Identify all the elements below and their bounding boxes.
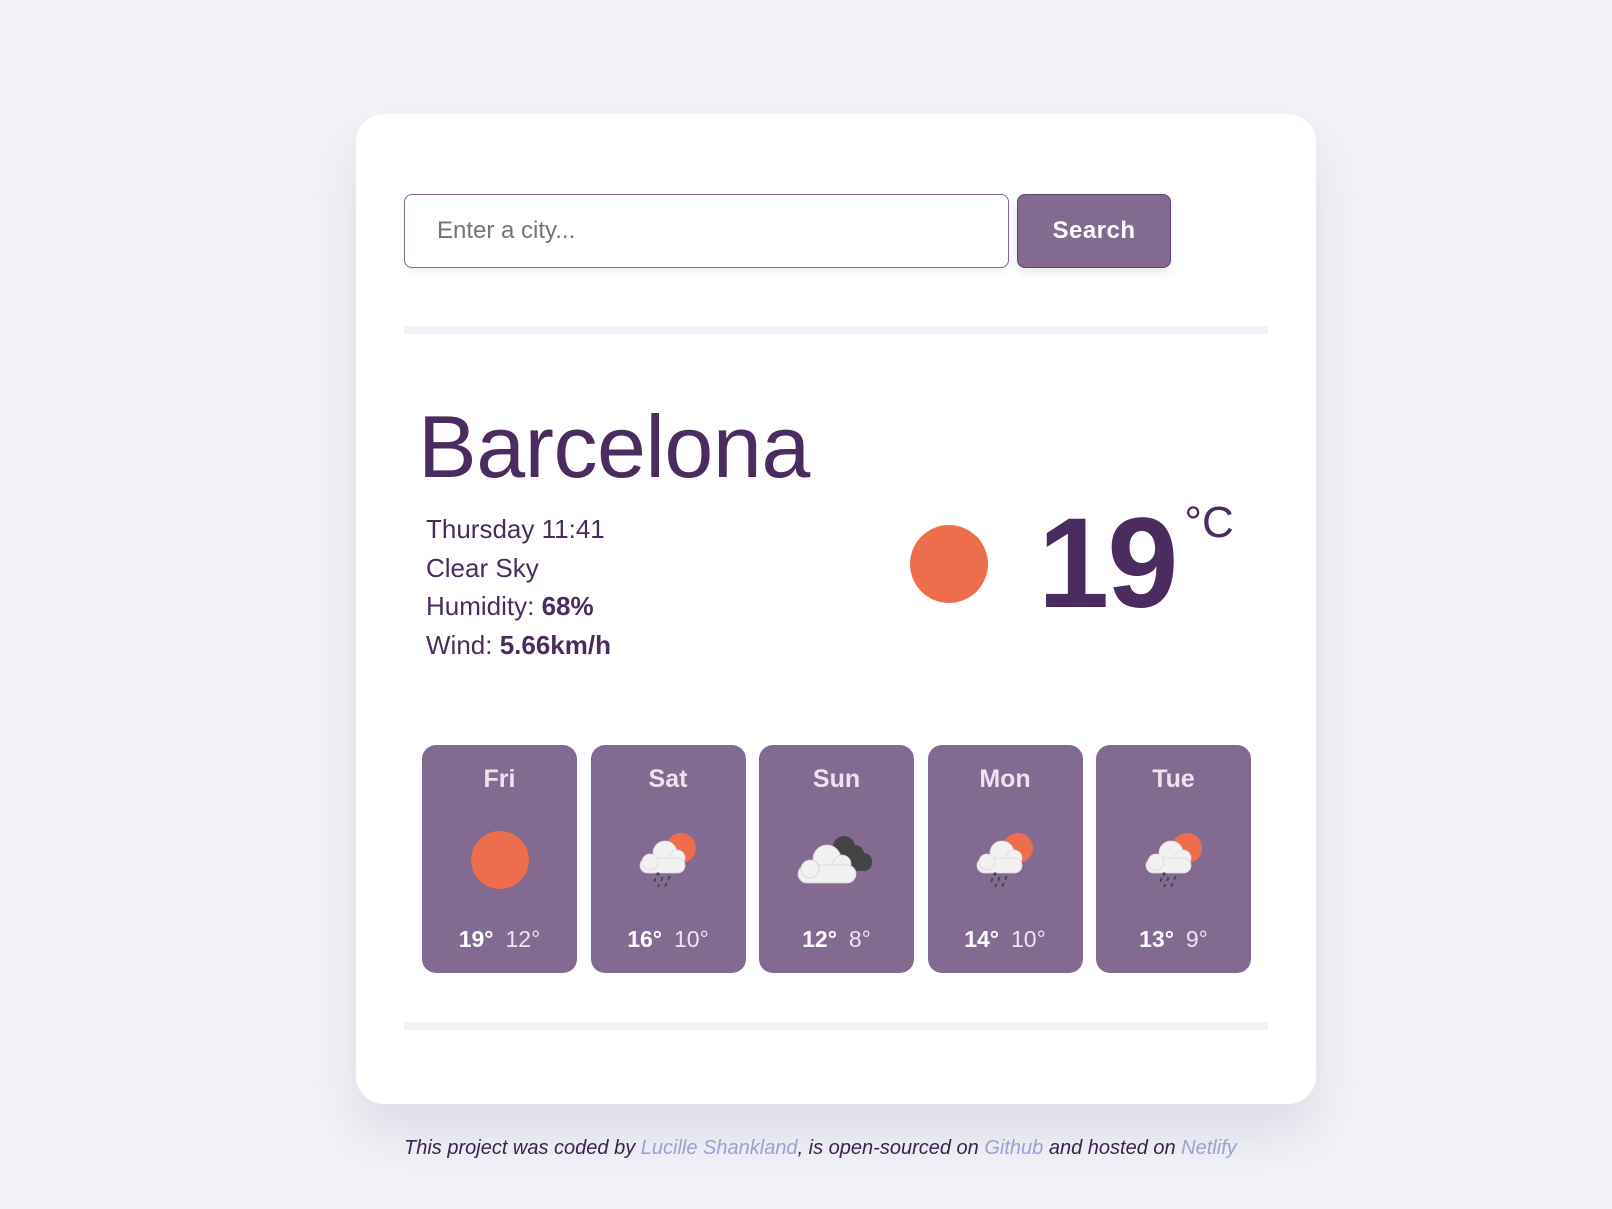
search-form: Search bbox=[404, 194, 1171, 268]
city-name: Barcelona bbox=[418, 397, 810, 496]
clear-sky-sun-icon bbox=[455, 825, 545, 895]
forecast: Fri 19° 12° Sat 16° 10° Sun 12° 8° Mon 14° 10° Tue 13… bbox=[422, 745, 1251, 973]
forecast-min-temp: 12° bbox=[505, 926, 541, 952]
weather-card: Search Barcelona Thursday 11:41 Clear Sk… bbox=[356, 114, 1316, 1104]
forecast-min-temp: 10° bbox=[1011, 926, 1046, 952]
weather-description: Clear Sky bbox=[426, 552, 539, 583]
forecast-day-tue: Tue 13° 9° bbox=[1096, 745, 1251, 973]
weather-details: Thursday 11:41 Clear Sky Humidity: 68% W… bbox=[426, 510, 611, 664]
footer-text: and hosted on bbox=[1043, 1137, 1182, 1159]
rain-sun-cloud-icon bbox=[1129, 825, 1219, 895]
author-link[interactable]: Lucille Shankland bbox=[641, 1137, 798, 1159]
forecast-temps: 16° 10° bbox=[591, 926, 746, 953]
city-search-input[interactable] bbox=[404, 194, 1009, 268]
forecast-day-name: Tue bbox=[1152, 765, 1195, 793]
rain-sun-cloud-icon bbox=[960, 825, 1050, 895]
forecast-max-temp: 13° bbox=[1139, 926, 1174, 952]
divider-top bbox=[404, 326, 1268, 334]
forecast-temps: 13° 9° bbox=[1096, 926, 1251, 953]
forecast-day-name: Mon bbox=[979, 765, 1031, 793]
forecast-day-fri: Fri 19° 12° bbox=[422, 745, 577, 973]
wind: Wind: 5.66km/h bbox=[426, 626, 611, 665]
forecast-day-sat: Sat 16° 10° bbox=[590, 745, 746, 973]
github-link[interactable]: Github bbox=[984, 1137, 1043, 1159]
humidity: Humidity: 68% bbox=[426, 587, 611, 626]
footer: This project was coded by Lucille Shankl… bbox=[404, 1137, 1237, 1160]
clear-sky-sun-icon bbox=[910, 525, 988, 603]
forecast-max-temp: 16° bbox=[627, 926, 662, 952]
footer-text: , is open-sourced on bbox=[797, 1137, 985, 1159]
forecast-day-mon: Mon 14° 10° bbox=[927, 745, 1083, 973]
forecast-day-sun: Sun 12° 8° bbox=[759, 745, 914, 973]
current-temperature: 19 °C bbox=[910, 490, 1234, 638]
forecast-max-temp: 14° bbox=[964, 926, 999, 952]
rain-sun-cloud-icon bbox=[623, 825, 713, 895]
forecast-day-name: Fri bbox=[483, 765, 516, 793]
humidity-label: Humidity: bbox=[426, 591, 542, 621]
forecast-min-temp: 9° bbox=[1185, 926, 1208, 952]
forecast-temps: 19° 12° bbox=[422, 926, 577, 953]
footer-text: This project was coded by bbox=[404, 1137, 641, 1159]
forecast-min-temp: 8° bbox=[848, 926, 871, 952]
search-button[interactable]: Search bbox=[1017, 194, 1171, 268]
forecast-day-name: Sun bbox=[812, 765, 861, 793]
forecast-temps: 12° 8° bbox=[759, 926, 914, 953]
forecast-max-temp: 12° bbox=[802, 926, 837, 952]
forecast-temps: 14° 10° bbox=[928, 926, 1083, 953]
temperature-value: 19 bbox=[1038, 492, 1178, 635]
humidity-value: 68% bbox=[541, 591, 594, 621]
date-time: Thursday 11:41 bbox=[426, 514, 605, 544]
forecast-min-temp: 10° bbox=[674, 926, 709, 952]
wind-label: Wind: bbox=[426, 629, 500, 660]
forecast-day-name: Sat bbox=[648, 765, 688, 793]
netlify-link[interactable]: Netlify bbox=[1181, 1137, 1237, 1159]
broken-clouds-icon bbox=[792, 825, 882, 895]
forecast-max-temp: 19° bbox=[458, 926, 494, 952]
divider-bottom bbox=[404, 1022, 1268, 1030]
wind-value: 5.66km/h bbox=[499, 629, 611, 660]
temperature-unit[interactable]: °C bbox=[1184, 498, 1233, 548]
